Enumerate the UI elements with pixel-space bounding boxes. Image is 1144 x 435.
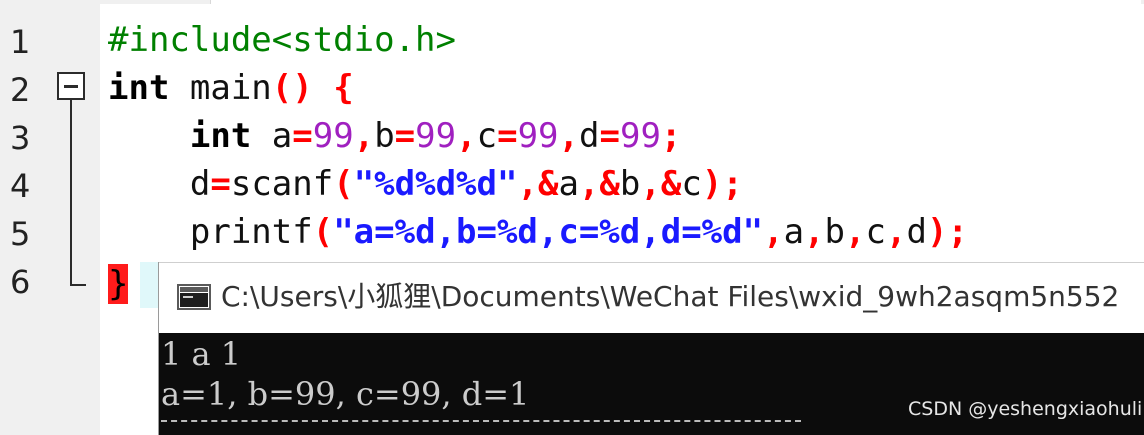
preprocessor-directive: #include<stdio.h> bbox=[108, 20, 456, 60]
console-window-icon bbox=[177, 284, 211, 310]
operator: = bbox=[292, 116, 313, 156]
string-literal: "%d%d%d" bbox=[353, 164, 518, 204]
identifier: b bbox=[374, 116, 395, 156]
comma: , bbox=[885, 212, 907, 252]
comma: , bbox=[353, 116, 375, 156]
fold-minus-glyph bbox=[64, 85, 78, 88]
keyword: int bbox=[189, 116, 252, 156]
number-literal: 99 bbox=[312, 116, 354, 156]
watermark: CSDN @yeshengxiaohuli bbox=[908, 398, 1143, 420]
address-operator: & bbox=[599, 164, 620, 204]
string-literal: "a=%d,b=%d,c=%d,d=%d" bbox=[333, 212, 764, 252]
identifier: d bbox=[906, 212, 927, 252]
open-brace: { bbox=[333, 68, 354, 108]
semicolon: ; bbox=[660, 116, 682, 156]
line-number: 6 bbox=[10, 263, 31, 301]
operator: = bbox=[497, 116, 518, 156]
console-title-path: C:\Users\小狐狸\Documents\WeChat Files\wxid… bbox=[221, 280, 1120, 313]
operator: = bbox=[394, 116, 416, 156]
identifier: main bbox=[169, 68, 272, 108]
code-line-5[interactable]: printf("a=%d,b=%d,c=%d,d=%d",a,b,c,d); bbox=[108, 208, 968, 256]
console-output-line: a=1, b=99, c=99, d=1 bbox=[161, 375, 530, 413]
address-operator: & bbox=[660, 164, 682, 204]
identifier: b bbox=[824, 212, 846, 252]
screenshot-root: 1 2 3 4 5 6 #include<stdio.h> int main()… bbox=[0, 0, 1144, 435]
identifier: a bbox=[558, 164, 579, 204]
matched-close-brace: } bbox=[108, 264, 129, 304]
line-number-gutter: 1 2 3 4 5 6 bbox=[0, 4, 100, 435]
comma: , bbox=[804, 212, 825, 252]
fold-range-line bbox=[70, 100, 72, 286]
line-number: 3 bbox=[10, 119, 31, 157]
comma: , bbox=[456, 116, 477, 156]
identifier: c bbox=[681, 164, 702, 204]
comma: , bbox=[517, 164, 538, 204]
comma: , bbox=[845, 212, 866, 252]
code-line-2[interactable]: int main() { bbox=[108, 64, 354, 112]
identifier: b bbox=[619, 164, 641, 204]
console-title-bar[interactable]: C:\Users\小狐狸\Documents\WeChat Files\wxid… bbox=[159, 262, 1144, 333]
identifier: a bbox=[251, 116, 293, 156]
function-name: printf bbox=[189, 212, 313, 252]
fold-range-end bbox=[70, 284, 86, 286]
paren: ( bbox=[333, 164, 354, 204]
semicolon: ; bbox=[722, 164, 743, 204]
address-operator: & bbox=[537, 164, 559, 204]
identifier: c bbox=[476, 116, 498, 156]
number-literal: 99 bbox=[415, 116, 457, 156]
paren: ) bbox=[701, 164, 723, 204]
comma: , bbox=[640, 164, 661, 204]
number-literal: 99 bbox=[619, 116, 661, 156]
identifier: a bbox=[783, 212, 805, 252]
line-number: 2 bbox=[10, 71, 31, 109]
code-line-3[interactable]: int a=99,b=99,c=99,d=99; bbox=[108, 112, 682, 160]
editor-tab-strip bbox=[0, 0, 1144, 4]
code-line-6[interactable]: } bbox=[108, 260, 129, 308]
identifier: c bbox=[865, 212, 886, 252]
line-number: 1 bbox=[10, 23, 31, 61]
paren: ( bbox=[312, 212, 334, 252]
comma: , bbox=[558, 116, 579, 156]
code-line-4[interactable]: d=scanf("%d%d%d",&a,&b,&c); bbox=[108, 160, 743, 208]
identifier: d bbox=[579, 116, 600, 156]
identifier: d bbox=[189, 164, 211, 204]
number-literal: 99 bbox=[517, 116, 559, 156]
parens: () bbox=[271, 68, 313, 108]
line-number: 4 bbox=[10, 167, 31, 205]
comma: , bbox=[763, 212, 784, 252]
console-dashed-separator bbox=[161, 420, 801, 424]
operator: = bbox=[599, 116, 620, 156]
editor-tab-strip-segment bbox=[210, 0, 1141, 4]
comma: , bbox=[578, 164, 600, 204]
operator: = bbox=[210, 164, 231, 204]
fold-collapse-icon[interactable] bbox=[57, 72, 85, 100]
function-name: scanf bbox=[230, 164, 334, 204]
keyword: int bbox=[108, 68, 170, 108]
paren: ) bbox=[926, 212, 948, 252]
semicolon: ; bbox=[947, 212, 968, 252]
line-number: 5 bbox=[10, 215, 31, 253]
console-output-line: 1 a 1 bbox=[161, 335, 242, 373]
code-line-1[interactable]: #include<stdio.h> bbox=[108, 16, 456, 64]
